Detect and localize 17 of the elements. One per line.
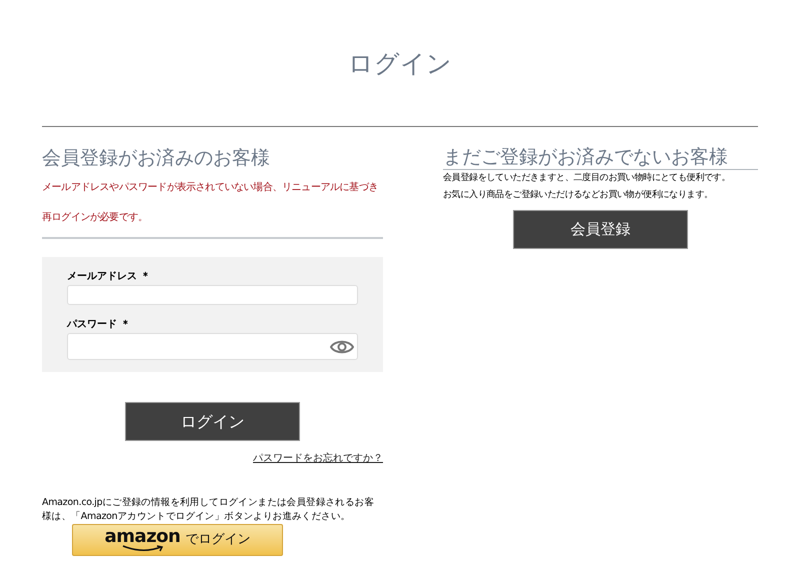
register-button[interactable]: 会員登録 (513, 210, 688, 249)
field-label: パスワード ＊ (67, 318, 132, 332)
page-title: ログイン (348, 48, 452, 80)
notice-text: メールアドレスやパスワードが表示されていない場合、リニューアルに基づき再ログインが必要です。 (42, 173, 383, 239)
amazon-login-button[interactable]: amazon でログイン (72, 524, 283, 556)
eye-icon[interactable] (330, 338, 354, 354)
forgot-password-link[interactable]: パスワードをお忘れですか？ (253, 451, 383, 466)
info-text: お気に入り商品をご登録いただけるなどお買い物が便利になります。 (443, 188, 714, 202)
info-text: 会員登録をしていただきますと、二度目のお買い物時にとても便利です。 (443, 172, 732, 185)
field-label: メールアドレス ＊ (67, 270, 152, 284)
email-field[interactable] (67, 285, 358, 305)
amazon-note: Amazon.co.jpにご登録の情報を利用してログインまたは会員登録されるお客様は、「Amazonアカウントでログイン」ボタンよりお進みください。 (42, 496, 375, 524)
section-heading: 会員登録がお済みのお客様 (42, 146, 271, 171)
section-heading: まだご登録がお済みでないお客様 (443, 145, 758, 170)
smile-arrow-icon (120, 544, 164, 552)
password-field[interactable] (67, 333, 358, 360)
login-button[interactable]: ログイン (125, 402, 300, 441)
